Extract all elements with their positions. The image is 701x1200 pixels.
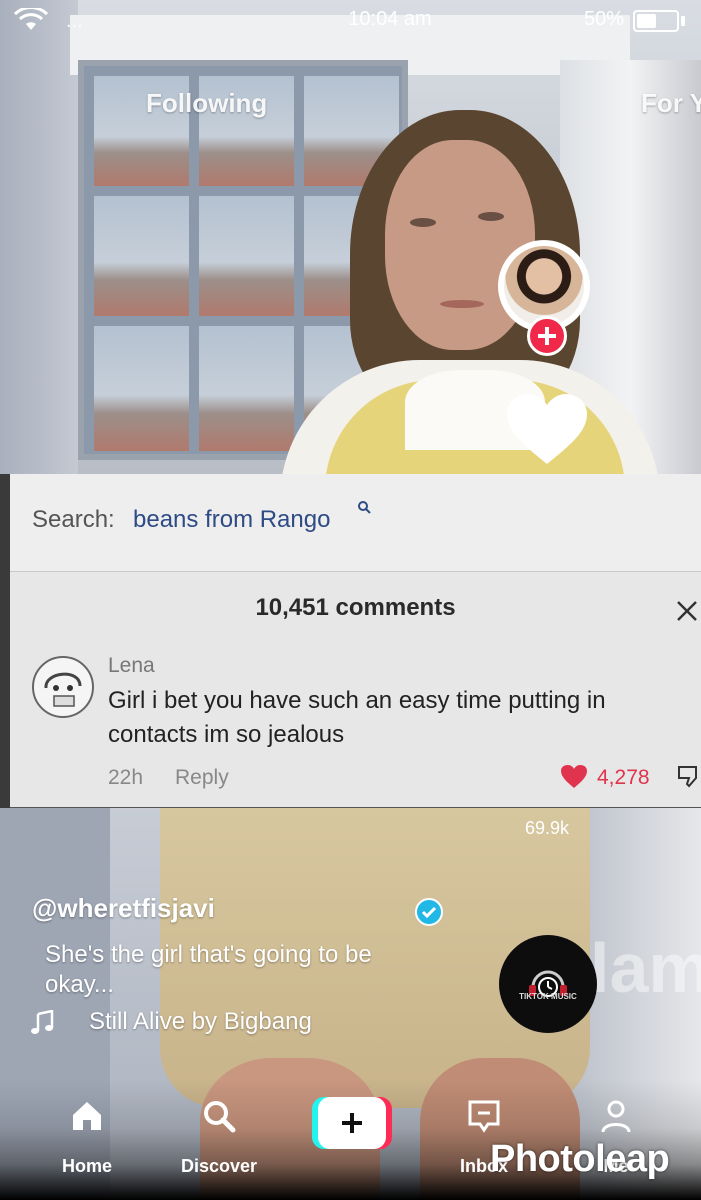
carrier-label: ...: [66, 10, 83, 32]
video-frame-top: [0, 0, 701, 474]
background-sign: lam: [590, 929, 701, 1007]
commenter-name[interactable]: Lena: [108, 654, 155, 678]
battery-level: [637, 14, 656, 28]
verified-badge-icon: [415, 898, 443, 926]
reply-button[interactable]: Reply: [175, 766, 229, 790]
comment-like-count: 4,278: [597, 766, 650, 789]
search-icon: [204, 1101, 236, 1133]
video-screen[interactable]: lam ... 10:04 am 50% Following For Y 69.…: [0, 0, 701, 1200]
like-heart-button[interactable]: [505, 392, 589, 466]
search-label: Search:: [32, 506, 115, 533]
video-caption: She's the girl that's going to be okay..…: [45, 941, 372, 998]
comment-time: 22h: [108, 766, 144, 789]
home-icon: [73, 1102, 101, 1130]
clock: 10:04 am: [348, 8, 432, 30]
battery-icon: [633, 10, 679, 32]
search-query[interactable]: beans from Rango: [133, 506, 330, 534]
tab-following[interactable]: Following: [146, 88, 267, 119]
close-icon[interactable]: [674, 598, 700, 624]
music-title[interactable]: Still Alive by Bigbang: [89, 1008, 312, 1036]
search-bar[interactable]: Search: beans from Rango: [10, 474, 701, 572]
inbox-icon: [468, 1100, 500, 1133]
nav-discover[interactable]: Discover: [159, 1080, 279, 1200]
tab-for-you[interactable]: For Y: [641, 88, 701, 119]
comment-text: Girl i bet you have such an easy time pu…: [108, 687, 606, 748]
sketch-face-icon: [44, 672, 82, 707]
wifi-icon: [14, 8, 48, 30]
profile-icon: [601, 1100, 631, 1133]
check-icon: [421, 906, 437, 919]
comment-screenshot-overlay: Search: beans from Rango 10,451 comments…: [10, 474, 701, 808]
search-icon: [358, 501, 371, 514]
creator-username[interactable]: @wheretfisjavi: [32, 893, 215, 924]
create-video-button[interactable]: [312, 1097, 392, 1149]
nav-discover-label: Discover: [180, 1156, 258, 1176]
status-bar: ... 10:04 am 50%: [0, 0, 701, 40]
disc-label: TIKTOK MUSIC: [519, 992, 577, 1001]
comments-count: 10,451 comments: [255, 594, 456, 621]
battery-percent: 50%: [584, 8, 625, 30]
dislike-icon[interactable]: [676, 764, 701, 789]
photoleap-watermark: Photoleap: [490, 1138, 670, 1180]
nav-home-label: Home: [61, 1156, 112, 1176]
commenter-avatar[interactable]: [32, 656, 94, 718]
music-note-icon: [31, 1010, 54, 1034]
like-count: 69.9k: [524, 818, 570, 838]
comment-heart-icon[interactable]: [560, 764, 588, 790]
follow-plus-button[interactable]: [527, 316, 567, 356]
music-disc-button[interactable]: TIKTOK MUSIC: [499, 935, 597, 1033]
nav-home[interactable]: Home: [27, 1080, 147, 1200]
